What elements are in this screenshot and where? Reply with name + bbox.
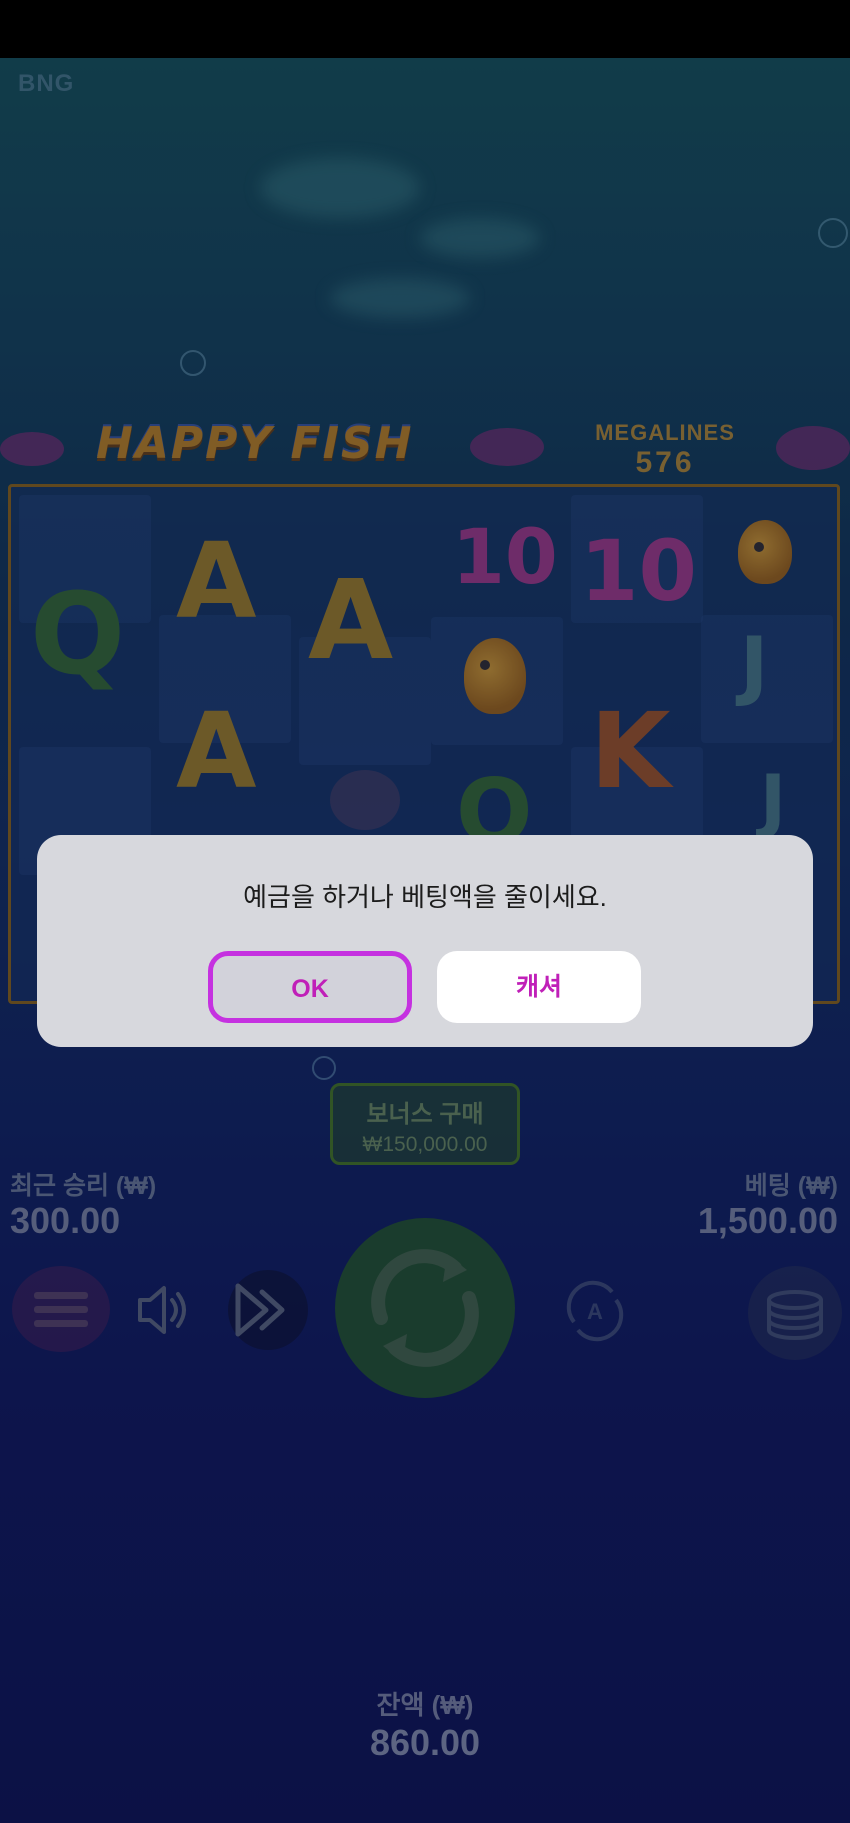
dialog-message: 예금을 하거나 베팅액을 줄이세요. (243, 882, 607, 912)
status-bar (0, 0, 850, 58)
ok-button[interactable]: OK (208, 951, 412, 1023)
cashier-button[interactable]: 캐셔 (437, 951, 641, 1023)
insufficient-funds-dialog: 예금을 하거나 베팅액을 줄이세요. OK 캐셔 (37, 835, 813, 1047)
